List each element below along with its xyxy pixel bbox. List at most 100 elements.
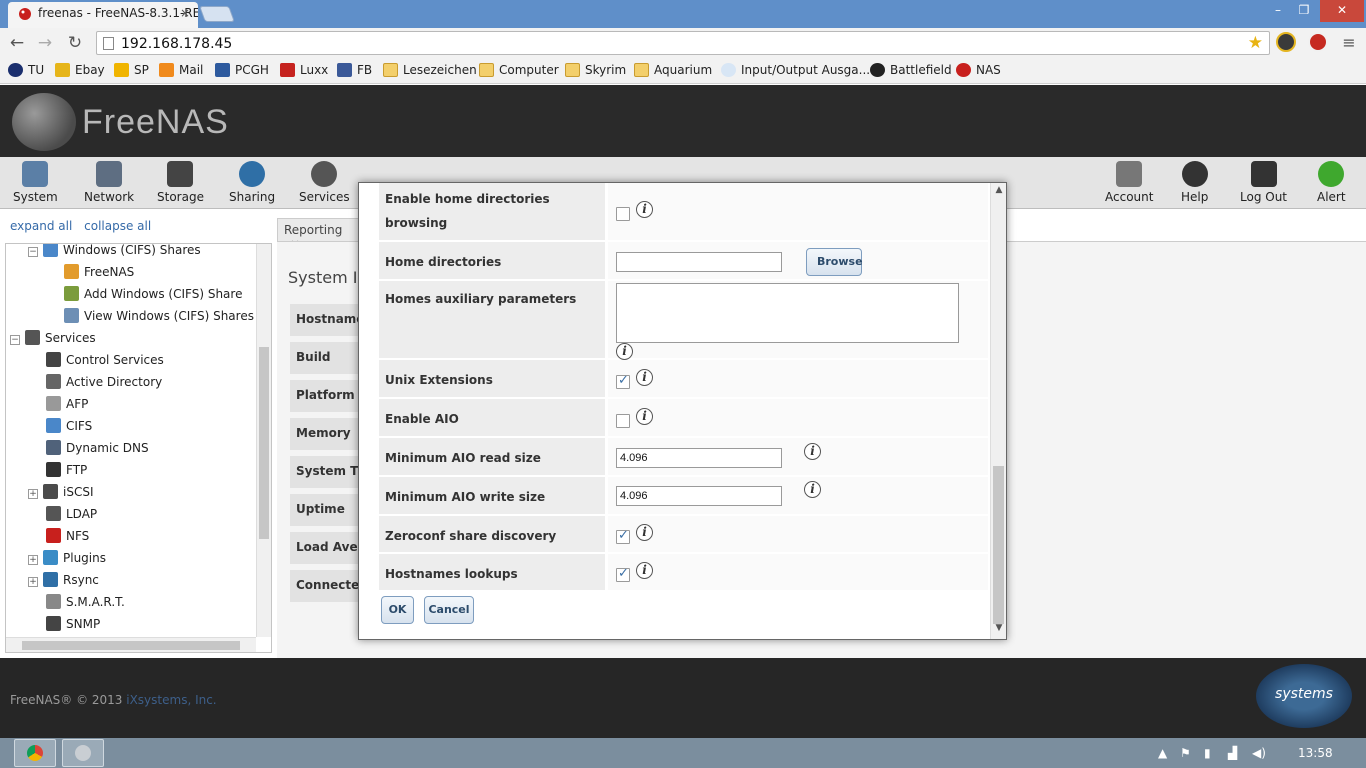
address-bar[interactable]: 192.168.178.45 ★	[96, 31, 1270, 55]
tree-item-control-services[interactable]: Control Services	[46, 352, 164, 372]
bookmark-tu[interactable]: TU	[8, 63, 44, 77]
tree-expander-icon[interactable]: −	[10, 335, 20, 345]
bookmark-mail[interactable]: Mail	[159, 63, 203, 77]
back-icon[interactable]: ←	[6, 32, 28, 54]
info-icon[interactable]: i	[636, 524, 653, 541]
tree-expander-icon[interactable]: +	[28, 555, 38, 565]
browse-button[interactable]: Browse	[806, 248, 863, 276]
scrollbar-thumb[interactable]	[22, 641, 240, 650]
bookmark-input-output[interactable]: Input/Output Ausga...	[721, 63, 870, 77]
tree-item-ftp[interactable]: FTP	[46, 462, 87, 482]
nav-sharing[interactable]: Sharing	[229, 161, 275, 204]
homes-auxiliary-parameters-textarea[interactable]	[616, 283, 959, 343]
bookmark-computer[interactable]: Computer	[479, 63, 559, 77]
scroll-down-icon[interactable]: ▼	[991, 623, 1006, 637]
tree-horizontal-scrollbar[interactable]	[6, 637, 256, 652]
tray-flag-icon[interactable]: ⚑	[1180, 746, 1191, 760]
extension-adblock-icon[interactable]	[1308, 32, 1328, 52]
tray-power-icon[interactable]: ▮	[1204, 746, 1211, 760]
bookmark-nas[interactable]: NAS	[956, 63, 1001, 77]
info-icon[interactable]: i	[804, 443, 821, 460]
tree-item-afp[interactable]: AFP	[46, 396, 88, 416]
bookmark-skyrim[interactable]: Skyrim	[565, 63, 626, 77]
nav-help[interactable]: Help	[1181, 161, 1208, 204]
browser-tab[interactable]: freenas - FreeNAS-8.3.1-RE ×	[8, 2, 198, 28]
extension-home-icon[interactable]	[1276, 32, 1296, 52]
nav-alert[interactable]: Alert	[1317, 161, 1346, 204]
chrome-taskbar-button[interactable]	[14, 739, 56, 767]
bookmark-aquarium[interactable]: Aquarium	[634, 63, 712, 77]
unix-extensions-checkbox[interactable]	[616, 373, 630, 389]
scroll-up-icon[interactable]: ▲	[991, 185, 1006, 199]
tree-item-view-windows-cifs-shares[interactable]: View Windows (CIFS) Shares	[64, 308, 254, 328]
reload-icon[interactable]: ↻	[64, 32, 86, 54]
nav-logout[interactable]: Log Out	[1240, 161, 1287, 204]
explorer-taskbar-button[interactable]	[62, 739, 104, 767]
maximize-button[interactable]: ❐	[1286, 0, 1322, 22]
tree-item-services[interactable]: − Services	[10, 330, 96, 350]
nav-services[interactable]: Services	[299, 161, 350, 204]
info-icon[interactable]: i	[636, 201, 653, 218]
nav-storage[interactable]: Storage	[157, 161, 204, 204]
tab-close-icon[interactable]: ×	[180, 6, 190, 20]
tree-vertical-scrollbar[interactable]	[256, 244, 271, 637]
address-url[interactable]: 192.168.178.45	[121, 36, 232, 52]
tray-show-hidden-icon[interactable]: ▲	[1158, 746, 1167, 760]
tree-item-add-windows-cifs-share[interactable]: Add Windows (CIFS) Share	[64, 286, 242, 306]
bookmark-ebay[interactable]: Ebay	[55, 63, 105, 77]
tree-expander-icon[interactable]: +	[28, 489, 38, 499]
tab-reporting[interactable]: Reporting ×	[277, 218, 367, 251]
collapse-all-link[interactable]: collapse all	[84, 219, 151, 233]
tree-item-ldap[interactable]: LDAP	[46, 506, 97, 526]
menu-icon[interactable]: ≡	[1338, 32, 1360, 54]
new-tab-button[interactable]	[199, 6, 235, 22]
tree-item-freenas[interactable]: FreeNAS	[64, 264, 134, 284]
zeroconf-share-discovery-checkbox[interactable]	[616, 528, 630, 544]
tree-expander-icon[interactable]: +	[28, 577, 38, 587]
dialog-scrollbar[interactable]: ▲ ▼	[990, 183, 1006, 639]
bookmark-pcgh[interactable]: PCGH	[215, 63, 269, 77]
tree-item-nfs[interactable]: NFS	[46, 528, 89, 548]
tree-item-rsync[interactable]: + Rsync	[28, 572, 99, 592]
expand-all-link[interactable]: expand all	[10, 219, 72, 233]
hostnames-lookups-checkbox[interactable]	[616, 566, 630, 582]
cancel-button[interactable]: Cancel	[424, 596, 474, 624]
minimum-aio-write-size-input[interactable]	[616, 486, 782, 506]
enable-home-directories-checkbox[interactable]	[616, 207, 630, 221]
enable-aio-checkbox[interactable]	[616, 414, 630, 428]
tree-item-iscsi[interactable]: + iSCSI	[28, 484, 94, 504]
info-icon[interactable]: i	[636, 369, 653, 386]
tray-network-icon[interactable]: ▟	[1228, 746, 1237, 760]
ixsystems-link[interactable]: iXsystems, Inc.	[126, 693, 216, 707]
home-directories-input[interactable]	[616, 252, 782, 272]
nav-network[interactable]: Network	[84, 161, 134, 204]
tree-item-snmp[interactable]: SNMP	[46, 616, 100, 636]
tree-item-s-m-a-r-t[interactable]: S.M.A.R.T.	[46, 594, 125, 614]
bookmark-fb[interactable]: FB	[337, 63, 372, 77]
bookmark-star-icon[interactable]: ★	[1248, 33, 1263, 53]
tree-item-windows-cifs-shares[interactable]: − Windows (CIFS) Shares	[28, 244, 201, 262]
tree-item-active-directory[interactable]: Active Directory	[46, 374, 162, 394]
nav-account[interactable]: Account	[1105, 161, 1153, 204]
tree-item-dynamic-dns[interactable]: Dynamic DNS	[46, 440, 149, 460]
bookmark-lesezeichen[interactable]: Lesezeichen	[383, 63, 477, 77]
close-window-button[interactable]: ✕	[1320, 0, 1364, 22]
minimum-aio-read-size-input[interactable]	[616, 448, 782, 468]
tree-expander-icon[interactable]: −	[28, 247, 38, 257]
info-icon[interactable]: i	[636, 562, 653, 579]
tray-volume-icon[interactable]: ◀)	[1252, 746, 1266, 760]
info-icon[interactable]: i	[616, 343, 633, 360]
tree-item-cifs[interactable]: CIFS	[46, 418, 92, 438]
scrollbar-thumb[interactable]	[259, 347, 269, 539]
info-icon[interactable]: i	[804, 481, 821, 498]
taskbar-clock[interactable]: 13:58	[1298, 746, 1333, 760]
forward-icon[interactable]: →	[34, 32, 56, 54]
bookmark-battlefield[interactable]: Battlefield	[870, 63, 952, 77]
tree-item-plugins[interactable]: + Plugins	[28, 550, 106, 570]
ok-button[interactable]: OK	[381, 596, 414, 624]
nav-system[interactable]: System	[13, 161, 58, 204]
bookmark-sp[interactable]: SP	[114, 63, 149, 77]
scrollbar-thumb[interactable]	[993, 466, 1004, 624]
bookmark-luxx[interactable]: Luxx	[280, 63, 328, 77]
info-icon[interactable]: i	[636, 408, 653, 425]
